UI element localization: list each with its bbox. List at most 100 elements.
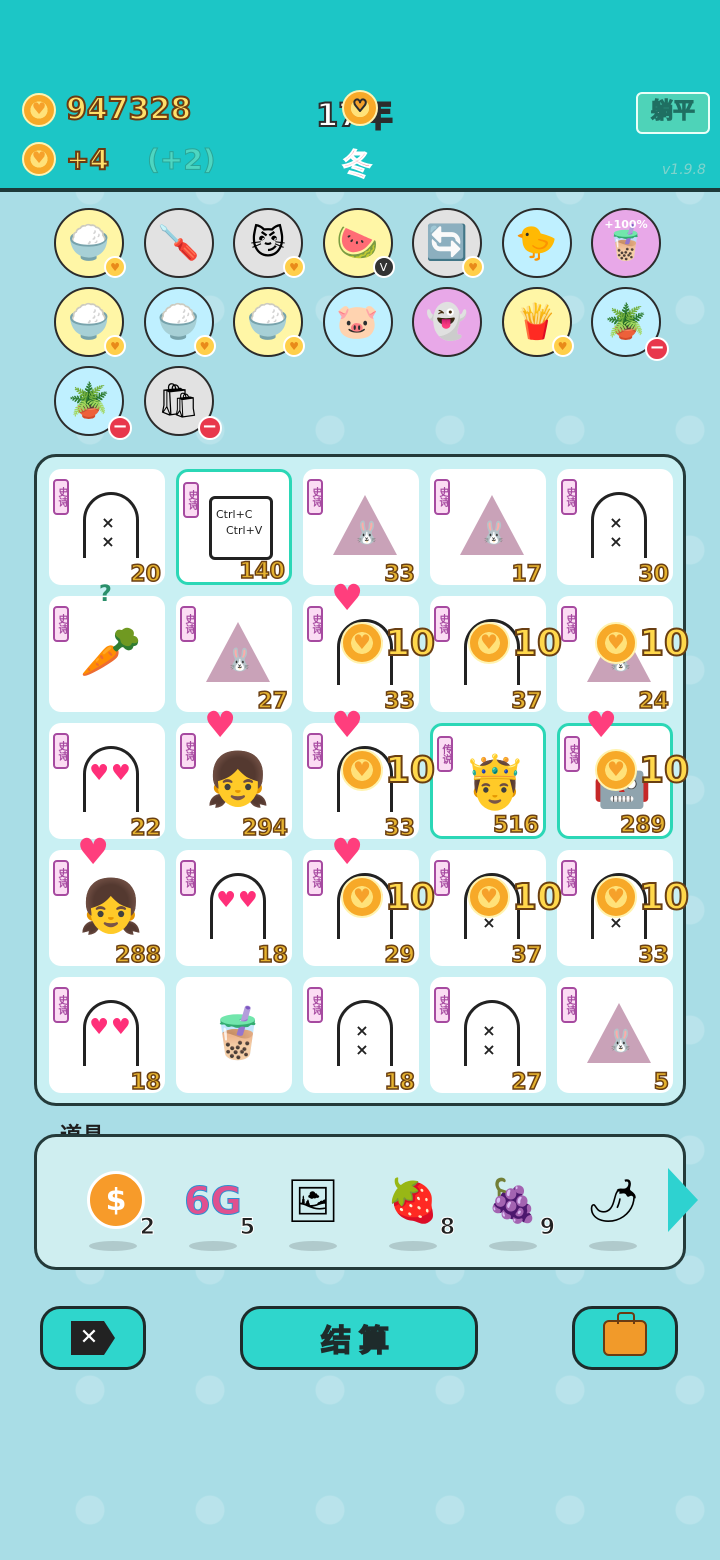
exit-button[interactable]: ✕ — [40, 1306, 146, 1370]
upgrade-screwdriver[interactable]: 🪛 — [143, 208, 214, 278]
6g-icon: 6G — [184, 1179, 243, 1224]
ghost-icon: × × — [73, 487, 149, 563]
rarity-tag: 史诗 — [434, 606, 450, 642]
version-label: v1.9.8 — [662, 162, 706, 178]
board-cell[interactable]: 史诗 ♥♥ 18 — [176, 850, 292, 969]
upgrade-seed-bag[interactable]: 🛍 − — [143, 366, 222, 440]
board-cell[interactable]: 史诗 × × 30 — [557, 469, 673, 588]
board-cell[interactable]: 史诗 × × 20 — [49, 469, 165, 588]
upgrade-potted-flower[interactable]: 🪴 − — [591, 287, 669, 361]
rarity-tag: 史诗 — [434, 860, 450, 896]
item-bayberry[interactable]: 🍇 9 — [477, 1163, 556, 1253]
coin-icon — [468, 876, 510, 918]
rice-bowl-icon: 🍚 — [67, 223, 111, 263]
board-cell[interactable]: 史诗 🥕? — [49, 582, 165, 712]
upgrade-rice-bowl-4[interactable]: 🍚 ♥ — [233, 287, 305, 357]
fries-icon: 🍟 — [515, 302, 558, 342]
board-cell[interactable]: 史诗 🐰 27 — [176, 596, 292, 715]
coin-icon — [595, 622, 637, 664]
board-cell[interactable]: 史诗 × × 18 — [303, 977, 419, 1096]
rarity-tag: 史诗 — [180, 606, 196, 642]
upgrade-chick[interactable]: 🐤 — [501, 208, 572, 278]
upgrade-piggy-bank[interactable]: 🐷 — [322, 287, 393, 357]
refresh-icon: 🔄 — [425, 223, 469, 263]
seed-bag-icon: 🛍 — [156, 381, 201, 421]
board-cell[interactable]: 史诗 ♥♥ 18 — [49, 977, 165, 1096]
upgrade-ghost-card[interactable]: 👻 — [412, 287, 482, 357]
board-cell[interactable]: 史诗 🐰 17 — [430, 469, 546, 588]
rice-bowl-3-icon: 🍚 — [157, 302, 200, 342]
money-display: 947328 — [22, 91, 192, 128]
strawberry-icon: 🍓 — [386, 1176, 440, 1225]
rarity-tag: 史诗 — [564, 736, 580, 772]
lie-flat-button[interactable]: 躺平 — [636, 92, 710, 134]
bonus-value: 10 — [384, 876, 436, 919]
rice-bowl-4-icon: 🍚 — [246, 302, 290, 342]
close-icon: ✕ — [71, 1321, 115, 1355]
ctrl-c-label: Ctrl+C — [216, 508, 253, 521]
ghost-icon: × × — [327, 995, 403, 1071]
upgrade-milk-tea-plus[interactable]: 🧋 +100% — [591, 208, 661, 278]
income-bonus: (+2) — [146, 142, 216, 176]
item-coin-dollar[interactable]: $2 — [77, 1163, 156, 1253]
girl-face-icon: 👧 — [205, 749, 271, 810]
board-cell[interactable]: 史诗 🐰 5 — [557, 977, 673, 1096]
income-value: +4 — [65, 142, 110, 177]
scroll-right-icon[interactable] — [668, 1168, 698, 1232]
coin-badge-icon: ♥ — [283, 256, 305, 278]
cell-value: 294 — [241, 815, 288, 842]
ghost-icon: ♥♥ — [200, 868, 276, 944]
bonus-value: 10 — [511, 876, 563, 919]
upgrade-fries[interactable]: 🍟 ♥ — [501, 287, 574, 357]
rarity-tag: 史诗 — [561, 606, 577, 642]
upgrade-fruit-basket[interactable]: 🍉 V — [322, 208, 395, 278]
income-display: +4 (+2) — [22, 142, 216, 177]
item-count: 5 — [239, 1215, 255, 1241]
settle-button[interactable]: 结算 — [240, 1306, 478, 1370]
cell-value: 516 — [492, 812, 539, 839]
upgrade-rice-bowl-3[interactable]: 🍚 ♥ — [143, 287, 216, 357]
heart-icon: ♥ — [585, 705, 618, 746]
piggy-bank-icon: 🐷 — [336, 302, 379, 342]
potted-flower-icon: 🪴 — [604, 302, 648, 342]
bayberry-icon: 🍇 — [486, 1176, 540, 1225]
bonus-value: 10 — [384, 749, 436, 792]
heart-icon: ♥ — [77, 832, 110, 873]
board-cell[interactable]: 史诗 × × 27 — [430, 977, 546, 1096]
rarity-tag: 传说 — [437, 736, 453, 772]
upgrade-refresh[interactable]: 🔄 ♥ — [412, 208, 484, 278]
carrot-icon: 🥕 — [79, 622, 143, 681]
coin-bonus: 10 — [468, 622, 563, 665]
item-6g[interactable]: 6G 5 — [177, 1163, 256, 1253]
rarity-tag: 史诗 — [434, 987, 450, 1023]
heart-icon: ♥ — [204, 705, 237, 746]
item-shadow — [289, 1241, 337, 1251]
upgrade-glasses-cats[interactable]: 😼 ♥ — [233, 208, 305, 278]
heart-icon: ♥ — [331, 832, 364, 873]
coin-icon — [468, 622, 510, 664]
upgrade-potted-flower-2[interactable]: 🪴 − — [54, 366, 132, 440]
board-cell[interactable]: 🧋 — [176, 977, 292, 1093]
rarity-tag: 史诗 — [307, 860, 323, 896]
cell-value: 289 — [619, 812, 666, 839]
coin-icon — [341, 876, 383, 918]
inventory-button[interactable] — [572, 1306, 678, 1370]
portrait-icon: 🖼 — [286, 1176, 340, 1225]
minus-badge-icon: − — [108, 416, 132, 440]
item-portrait[interactable]: 🖼 — [277, 1163, 349, 1253]
upgrade-rice-bowl[interactable]: 🍚 ♥ — [54, 208, 126, 278]
potted-flower-2-icon: 🪴 — [67, 381, 111, 421]
cell-value: 37 — [511, 688, 543, 715]
rarity-tag: 史诗 — [53, 479, 69, 515]
upgrade-rice-bowl-2[interactable]: 🍚 ♥ — [54, 287, 126, 357]
ghost-icon: ♥♥ — [73, 995, 149, 1071]
item-strawberry[interactable]: 🍓 8 — [377, 1163, 456, 1253]
board-cell[interactable]: 史诗 🐰 33 — [303, 469, 419, 588]
cell-value: 33 — [384, 561, 416, 588]
board-cell[interactable]: 史诗 ♥♥ 22 — [49, 723, 165, 842]
coin-badge-icon: ♥ — [104, 335, 126, 357]
board-cell[interactable]: 传说 🤴 516 — [430, 723, 546, 839]
item-chili[interactable]: 🌶 — [577, 1163, 649, 1253]
board-cell[interactable]: 史诗 Ctrl+C Ctrl+V 140 — [176, 469, 292, 585]
chick-icon: 🐤 — [515, 223, 558, 263]
